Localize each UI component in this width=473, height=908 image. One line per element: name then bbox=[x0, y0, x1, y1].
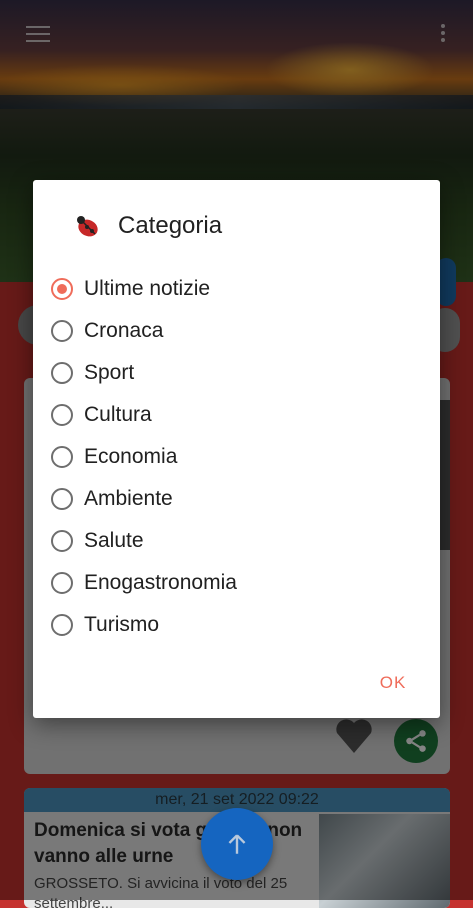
option-ambiente[interactable]: Ambiente bbox=[51, 478, 237, 520]
radio-button[interactable] bbox=[51, 446, 73, 468]
arrow-up-icon bbox=[228, 834, 246, 854]
option-label: Ambiente bbox=[84, 487, 173, 510]
option-sport[interactable]: Sport bbox=[51, 352, 237, 394]
radio-button[interactable] bbox=[51, 320, 73, 342]
category-dialog: Categoria Ultime notizie Cronaca Sport C… bbox=[33, 180, 440, 718]
option-label: Cultura bbox=[84, 403, 152, 426]
option-label: Economia bbox=[84, 445, 178, 468]
option-label: Enogastronomia bbox=[84, 571, 237, 594]
radio-button[interactable] bbox=[51, 362, 73, 384]
option-turismo[interactable]: Turismo bbox=[51, 604, 237, 646]
dialog-title: Categoria bbox=[118, 212, 223, 239]
ok-button[interactable]: OK bbox=[363, 666, 423, 698]
option-economia[interactable]: Economia bbox=[51, 436, 237, 478]
radio-button[interactable] bbox=[51, 614, 73, 636]
radio-button[interactable] bbox=[51, 488, 73, 510]
option-label: Sport bbox=[84, 361, 135, 384]
radio-button[interactable] bbox=[51, 404, 73, 426]
option-label: Salute bbox=[84, 529, 144, 552]
option-enogastronomia[interactable]: Enogastronomia bbox=[51, 562, 237, 604]
option-salute[interactable]: Salute bbox=[51, 520, 237, 562]
option-label: Turismo bbox=[84, 613, 160, 636]
option-cronaca[interactable]: Cronaca bbox=[51, 310, 237, 352]
option-ultime-notizie[interactable]: Ultime notizie bbox=[51, 268, 237, 310]
radio-button[interactable] bbox=[51, 572, 73, 594]
category-options: Ultime notizie Cronaca Sport Cultura Eco… bbox=[51, 268, 237, 646]
option-label: Cronaca bbox=[84, 319, 164, 342]
option-cultura[interactable]: Cultura bbox=[51, 394, 237, 436]
radio-button[interactable] bbox=[51, 530, 73, 552]
ladybug-logo-icon bbox=[73, 212, 103, 240]
option-label: Ultime notizie bbox=[84, 277, 211, 300]
radio-button-checked[interactable] bbox=[51, 278, 73, 300]
scroll-top-button[interactable] bbox=[201, 808, 273, 880]
